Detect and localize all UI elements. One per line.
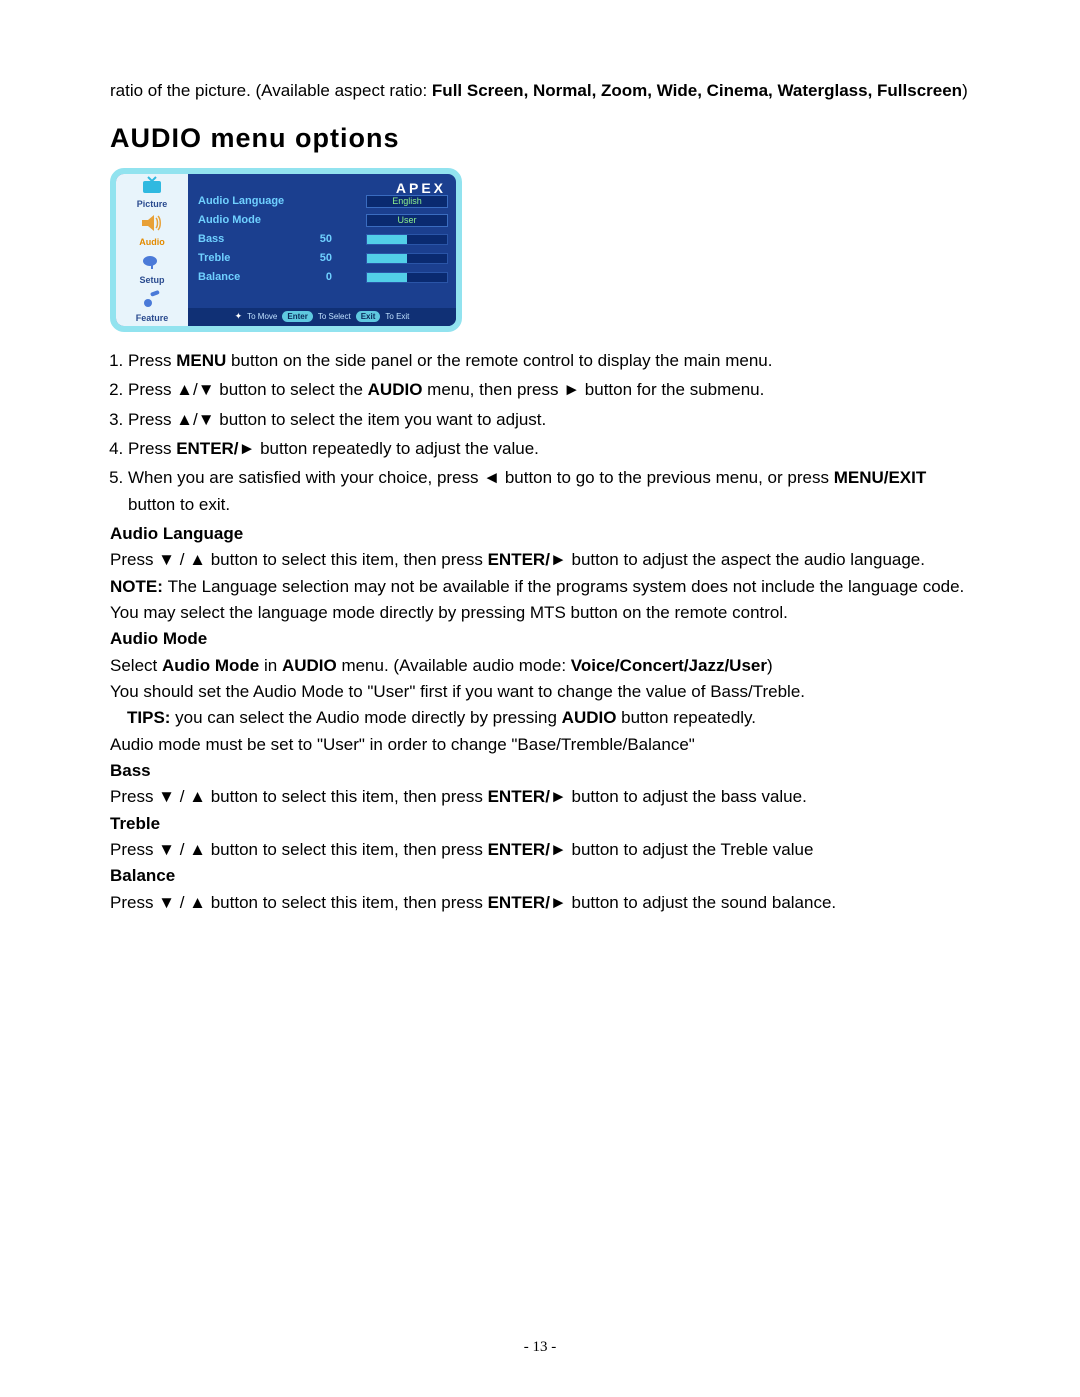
row-value: 50 bbox=[308, 231, 332, 248]
osd-tab-label: Picture bbox=[137, 198, 168, 212]
step-2: Press ▲/▼ button to select the AUDIO men… bbox=[128, 377, 970, 403]
section-balance: Balance bbox=[110, 863, 970, 889]
section-audio-language: Audio Language bbox=[110, 521, 970, 547]
slider-bass bbox=[366, 234, 448, 245]
intro-line: ratio of the picture. (Available aspect … bbox=[110, 78, 970, 104]
audio-mode-line2: You should set the Audio Mode to "User" … bbox=[110, 679, 970, 705]
osd-tab-feature: Feature bbox=[136, 288, 169, 326]
enter-pill: Enter bbox=[282, 311, 312, 322]
footer-toexit: To Exit bbox=[385, 311, 409, 323]
step-3: Press ▲/▼ button to select the item you … bbox=[128, 407, 970, 433]
footer-move: To Move bbox=[247, 311, 277, 323]
dish-icon bbox=[138, 250, 166, 272]
audio-language-desc: Press ▼ / ▲ button to select this item, … bbox=[110, 547, 970, 573]
arrows-icon: ✦ bbox=[235, 310, 243, 324]
brand-logo: APEX bbox=[396, 178, 446, 200]
osd-tab-label: Audio bbox=[139, 236, 165, 250]
intro-pre: ratio of the picture. (Available aspect … bbox=[110, 81, 432, 100]
tv-icon bbox=[138, 174, 166, 196]
osd-tab-label: Feature bbox=[136, 312, 169, 326]
step-1: Press MENU button on the side panel or t… bbox=[128, 348, 970, 374]
audio-mode-line3: Audio mode must be set to "User" in orde… bbox=[110, 732, 970, 758]
tools-icon bbox=[138, 288, 166, 310]
balance-desc: Press ▼ / ▲ button to select this item, … bbox=[110, 890, 970, 916]
speaker-icon bbox=[138, 212, 166, 234]
intro-post: ) bbox=[962, 81, 968, 100]
row-label: Audio Mode bbox=[198, 212, 302, 229]
osd-row-bass: Bass 50 bbox=[198, 230, 448, 249]
osd-row-audio-mode: Audio Mode User bbox=[198, 211, 448, 230]
section-audio-mode: Audio Mode bbox=[110, 626, 970, 652]
slider-balance bbox=[366, 272, 448, 283]
slider-treble bbox=[366, 253, 448, 264]
osd-panel: Picture Audio Setup bbox=[110, 168, 462, 332]
osd-footer: ✦ To Move Enter To Select Exit To Exit bbox=[188, 308, 456, 326]
page-number: - 13 - bbox=[0, 1336, 1080, 1359]
page-title: AUDIO menu options bbox=[110, 118, 970, 160]
intro-bold: Full Screen, Normal, Zoom, Wide, Cinema,… bbox=[432, 81, 962, 100]
osd-tab-label: Setup bbox=[139, 274, 164, 288]
instruction-list: Press MENU button on the side panel or t… bbox=[110, 348, 970, 518]
row-value: 50 bbox=[308, 250, 332, 267]
section-treble: Treble bbox=[110, 811, 970, 837]
osd-row-treble: Treble 50 bbox=[198, 249, 448, 268]
row-label: Audio Language bbox=[198, 193, 302, 210]
osd-tab-picture: Picture bbox=[137, 174, 168, 212]
bass-desc: Press ▼ / ▲ button to select this item, … bbox=[110, 784, 970, 810]
treble-desc: Press ▼ / ▲ button to select this item, … bbox=[110, 837, 970, 863]
row-label: Treble bbox=[198, 250, 302, 267]
exit-pill: Exit bbox=[356, 311, 381, 322]
audio-language-note: NOTE: The Language selection may not be … bbox=[110, 574, 970, 627]
osd-row-balance: Balance 0 bbox=[198, 268, 448, 287]
audio-mode-tips: TIPS: you can select the Audio mode dire… bbox=[127, 705, 970, 731]
step-4: Press ENTER/► button repeatedly to adjus… bbox=[128, 436, 970, 462]
section-bass: Bass bbox=[110, 758, 970, 784]
row-label: Balance bbox=[198, 269, 302, 286]
osd-tab-setup: Setup bbox=[138, 250, 166, 288]
row-value: 0 bbox=[308, 269, 332, 286]
audio-mode-line1: Select Audio Mode in AUDIO menu. (Availa… bbox=[110, 653, 970, 679]
osd-tab-audio: Audio bbox=[138, 212, 166, 250]
footer-select: To Select bbox=[318, 311, 351, 323]
step-5: When you are satisfied with your choice,… bbox=[128, 465, 970, 518]
osd-sidebar: Picture Audio Setup bbox=[116, 174, 188, 326]
osd-main: APEX Audio Language English Audio Mode U… bbox=[188, 174, 456, 326]
row-label: Bass bbox=[198, 231, 302, 248]
row-value: User bbox=[366, 214, 448, 227]
